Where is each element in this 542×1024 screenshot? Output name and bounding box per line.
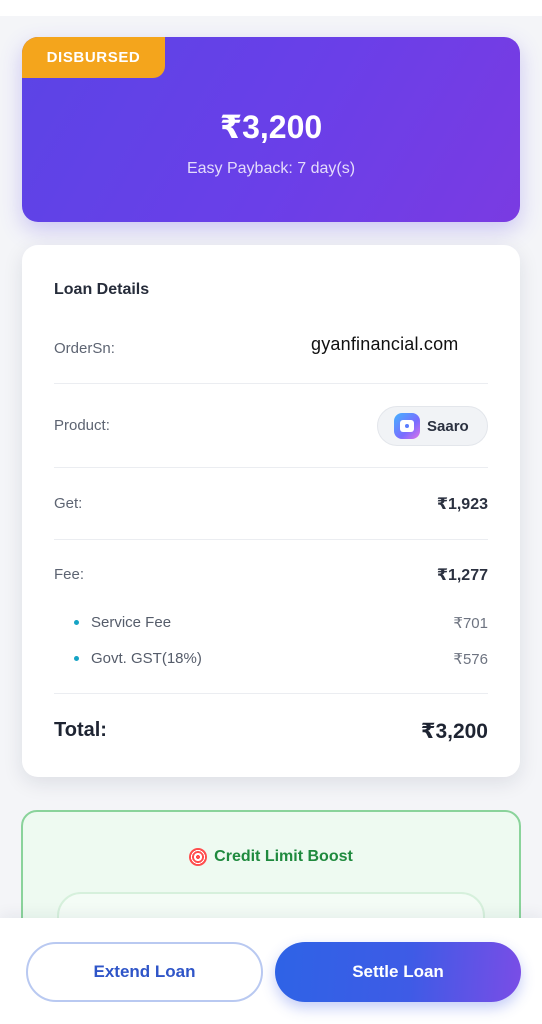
loan-amount-card: DISBURSED ₹3,200 Easy Payback: 7 day(s) (22, 37, 520, 222)
fee-value: ₹1,277 (436, 567, 488, 584)
product-label: Product: (54, 417, 110, 434)
top-bar (0, 0, 542, 16)
settle-loan-button[interactable]: Settle Loan (275, 942, 521, 1002)
product-name: Saaro (427, 417, 469, 435)
service-fee-label: Service Fee (91, 614, 172, 631)
service-fee-value: ₹701 (453, 615, 488, 632)
credit-boost-header: Credit Limit Boost (23, 848, 519, 866)
gst-label: Govt. GST(18%) (91, 650, 202, 667)
divider (54, 693, 488, 694)
loan-details-title: Loan Details (54, 281, 150, 298)
status-badge: DISBURSED (22, 37, 165, 78)
divider (54, 467, 488, 468)
credit-boost-title: Credit Limit Boost (214, 848, 353, 865)
get-value: ₹1,923 (436, 496, 488, 513)
target-icon (189, 848, 208, 866)
fee-label: Fee: (54, 566, 85, 583)
get-label: Get: (54, 495, 83, 512)
divider (54, 383, 488, 384)
service-fee-item: Service Fee (74, 614, 171, 631)
payback-text: Easy Payback: 7 day(s) (186, 160, 356, 177)
saaro-logo-icon (394, 413, 420, 439)
action-bar: Extend Loan Settle Loan (0, 918, 542, 1024)
loan-amount: ₹3,200 (219, 109, 323, 145)
loan-details-card: Loan Details OrderSn: gyanfinancial.com … (22, 245, 520, 777)
loan-detail-screen: DISBURSED ₹3,200 Easy Payback: 7 day(s) … (0, 0, 542, 1024)
order-value: gyanfinancial.com (311, 334, 459, 354)
divider (54, 539, 488, 540)
extend-loan-button[interactable]: Extend Loan (26, 942, 263, 1002)
total-value: ₹3,200 (420, 720, 488, 743)
product-chip: Saaro (377, 406, 488, 446)
total-label: Total: (54, 719, 107, 741)
order-label: OrderSn: (54, 340, 115, 357)
gst-value: ₹576 (453, 651, 488, 668)
bullet-icon (74, 620, 79, 625)
bullet-icon (74, 656, 79, 661)
gst-item: Govt. GST(18%) (74, 650, 202, 667)
